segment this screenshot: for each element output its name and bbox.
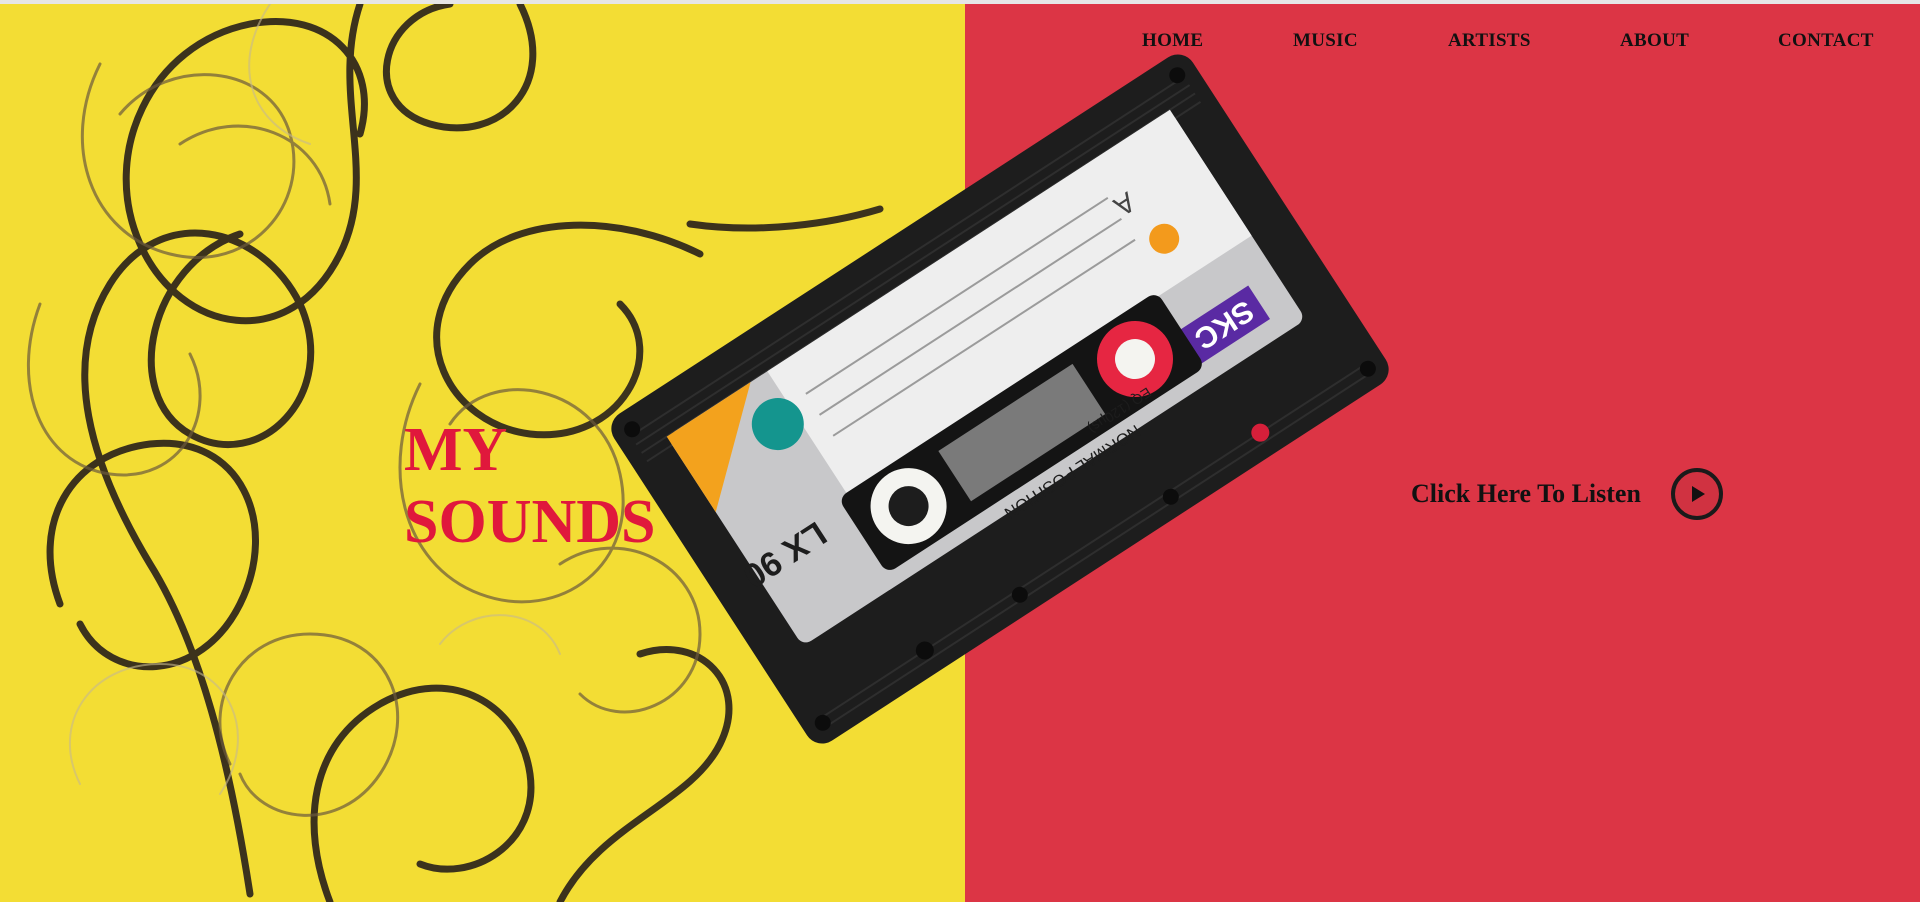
hero-artwork: LX 90 NORMAL POSITION EQ (120µs) SKC A [26, 4, 1389, 902]
listen-link[interactable]: Click Here To Listen [1411, 467, 1723, 521]
main-nav: HOME MUSIC ARTISTS ABOUT CONTACT [0, 30, 1920, 60]
play-icon [1691, 486, 1705, 502]
nav-contact[interactable]: CONTACT [1778, 30, 1874, 52]
nav-home[interactable]: HOME [1142, 30, 1203, 52]
cassette-image: LX 90 NORMAL POSITION EQ (120µs) SKC A [611, 54, 1389, 744]
hero-title-line2: SOUNDS [404, 488, 656, 556]
nav-music[interactable]: MUSIC [1293, 30, 1358, 52]
hero-title: MY SOUNDS [404, 414, 656, 558]
play-button[interactable] [1670, 468, 1723, 520]
hero-title-line1: MY [404, 416, 508, 484]
hero-section: LX 90 NORMAL POSITION EQ (120µs) SKC A H… [0, 4, 1920, 902]
listen-label: Click Here To Listen [1411, 479, 1641, 508]
nav-about[interactable]: ABOUT [1620, 30, 1689, 52]
nav-artists[interactable]: ARTISTS [1448, 30, 1531, 52]
